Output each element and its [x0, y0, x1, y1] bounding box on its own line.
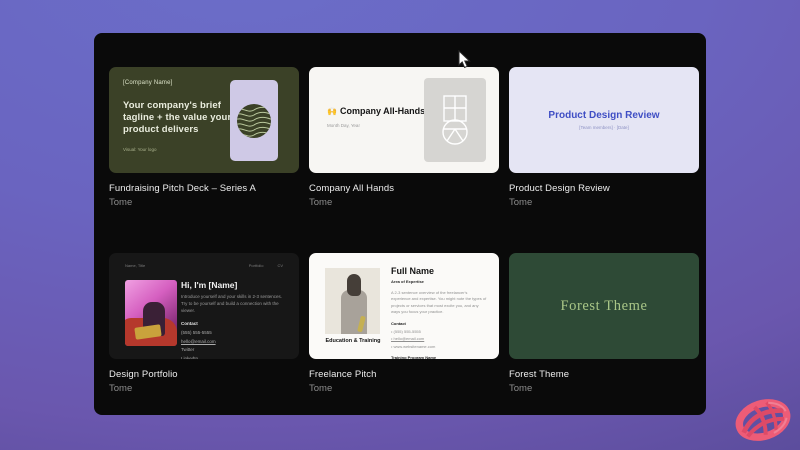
slide-thumbnail-fundraising[interactable]: [Company Name] Your company's brief tagl…: [109, 67, 299, 173]
template-card-company-all-hands[interactable]: 🙌Company All-Hands Month Day, Year Compa…: [309, 67, 499, 208]
slide-heading: Forest Theme: [560, 298, 647, 315]
slide-text-block: [Company Name] Your company's brief tagl…: [123, 80, 233, 152]
template-title: Design Portfolio: [109, 369, 299, 380]
abstract-arch-logo-icon: [435, 91, 475, 149]
slide-thumbnail-forest[interactable]: Forest Theme: [509, 253, 699, 359]
slide-thumbnail-freelance[interactable]: Education & Training Full Name Area of E…: [309, 253, 499, 359]
mouse-cursor: [458, 50, 471, 69]
template-author: Tome: [509, 383, 699, 394]
template-author: Tome: [109, 197, 299, 208]
photo-hair-shape: [347, 274, 361, 296]
contact-label: Contact: [181, 321, 283, 326]
contact-list: (555) 555-5555 hello@email.com www.websi…: [391, 328, 487, 351]
contact-email: hello@email.com: [181, 338, 283, 347]
template-title: Product Design Review: [509, 183, 699, 194]
slide-heading: 🙌Company All-Hands: [327, 106, 425, 116]
slide-thumbnail-all-hands[interactable]: 🙌Company All-Hands Month Day, Year: [309, 67, 499, 173]
slide-heading: Product Design Review: [548, 110, 659, 121]
template-card-forest-theme[interactable]: Forest Theme Forest Theme Tome: [509, 253, 699, 394]
template-title: Freelance Pitch: [309, 369, 499, 380]
expertise-label: Area of Expertise: [391, 279, 487, 284]
contact-email: hello@email.com: [391, 335, 487, 343]
contact-list: (555) 555-5555 hello@email.com Twitter L…: [181, 329, 283, 359]
slide-heading: Hi, I'm [Name]: [181, 280, 283, 290]
slide-text-block: 🙌Company All-Hands Month Day, Year: [327, 106, 425, 128]
nav-portfolio-link: Portfolio: [249, 263, 264, 268]
template-author: Tome: [309, 197, 499, 208]
slide-nav-header: Name, Title Portfolio CV: [125, 263, 283, 268]
template-card-design-portfolio[interactable]: Name, Title Portfolio CV Hi, I'm [Name] …: [109, 253, 299, 394]
slide-heading: Full Name: [391, 266, 487, 276]
template-card-product-design-review[interactable]: Product Design Review [Team members] · […: [509, 67, 699, 208]
portrait-photo: [125, 280, 177, 346]
slide-thumbnail-portfolio[interactable]: Name, Title Portfolio CV Hi, I'm [Name] …: [109, 253, 299, 359]
slide-headline: Your company's brief tagline + the value…: [123, 100, 233, 136]
template-title: Company All Hands: [309, 183, 499, 194]
slide-footer-note: Visual: Your logo: [123, 147, 233, 152]
training-label: Training Program Name: [391, 355, 487, 359]
slide-heading-text: Company All-Hands: [340, 106, 425, 116]
company-name-placeholder: [Company Name]: [123, 80, 233, 86]
slide-text-block: Hi, I'm [Name] Introduce yourself and yo…: [181, 280, 283, 359]
contact-phone: (555) 555-5555: [181, 329, 283, 338]
template-author: Tome: [309, 383, 499, 394]
dribbble-logo: [729, 395, 797, 445]
gallery-row-1: [Company Name] Your company's brief tagl…: [109, 67, 699, 208]
raised-hands-emoji: 🙌: [327, 107, 337, 116]
contact-label: Contact: [391, 321, 487, 326]
template-title: Fundraising Pitch Deck – Series A: [109, 183, 299, 194]
freelancer-photo: [325, 268, 380, 334]
slide-overview-text: A 2-3 sentence overview of the freelance…: [391, 290, 487, 316]
slide-thumbnail-design-review[interactable]: Product Design Review [Team members] · […: [509, 67, 699, 173]
wavy-globe-icon: [235, 102, 273, 140]
slide-date-placeholder: Month Day, Year: [327, 123, 425, 128]
contact-twitter: Twitter: [181, 346, 283, 355]
contact-website: www.websitename.com: [391, 343, 487, 351]
contact-phone: (555) 555-5555: [391, 328, 487, 336]
phone-mockup-graphic: [230, 80, 278, 161]
nav-name-title: Name, Title: [125, 263, 145, 268]
template-card-freelance-pitch[interactable]: Education & Training Full Name Area of E…: [309, 253, 499, 394]
photo-caption: Education & Training: [319, 338, 387, 344]
contact-linkedin: LinkedIn: [181, 355, 283, 359]
slide-intro-text: Introduce yourself and your skills in 2-…: [181, 294, 283, 314]
nav-cv-link: CV: [277, 263, 283, 268]
template-author: Tome: [109, 383, 299, 394]
template-author: Tome: [509, 197, 699, 208]
gallery-row-2: Name, Title Portfolio CV Hi, I'm [Name] …: [109, 253, 699, 394]
logo-placeholder-panel: [424, 78, 486, 162]
template-card-fundraising-pitch-deck[interactable]: [Company Name] Your company's brief tagl…: [109, 67, 299, 208]
slide-text-block: Full Name Area of Expertise A 2-3 senten…: [391, 266, 487, 359]
slide-subtext-placeholder: [Team members] · [Date]: [579, 125, 629, 130]
page: { "gallery": { "author_default": "Tome",…: [0, 0, 800, 450]
template-title: Forest Theme: [509, 369, 699, 380]
template-gallery-window: [Company Name] Your company's brief tagl…: [94, 33, 706, 415]
